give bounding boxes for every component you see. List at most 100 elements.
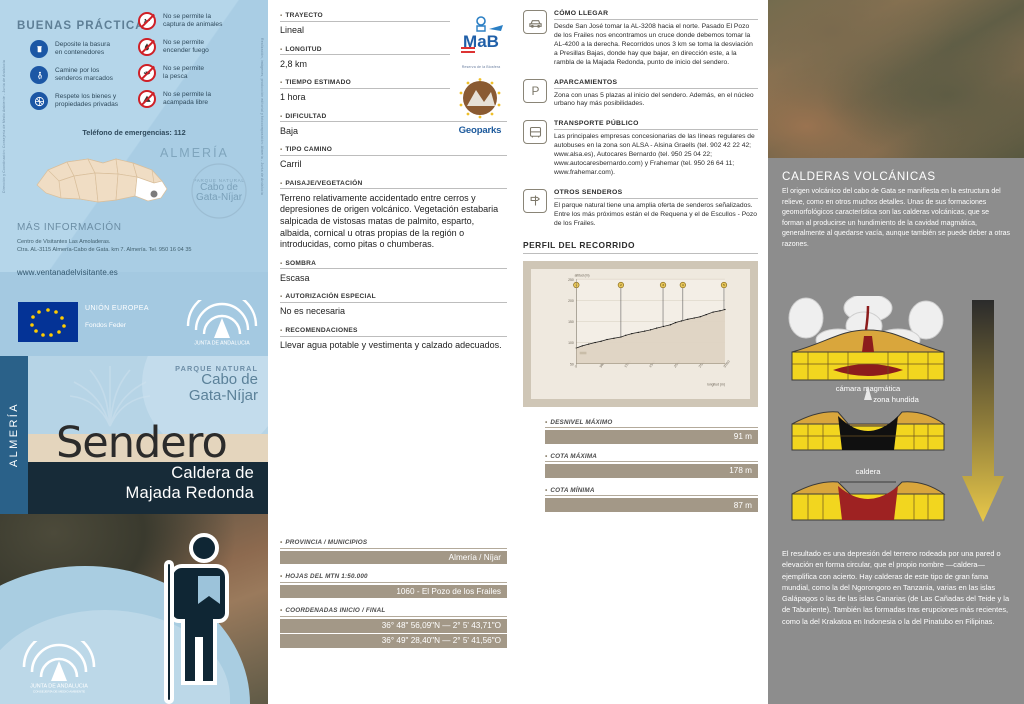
list-item: Camine por los senderos marcados <box>30 66 118 84</box>
no-camping-icon <box>138 90 156 108</box>
list-item-label: Deposite la basura en contenedores <box>55 40 110 56</box>
junta-andalucia-logo-bottom: JUNTA DE ANDALUCIA CONSEJERÍA DE MEDIO A… <box>22 641 96 693</box>
table-row: Almería / Níjar <box>280 550 507 565</box>
block-title: TRANSPORTE PÚBLICO <box>554 120 758 131</box>
list-item-label: No se permite la acampada libre <box>163 90 212 106</box>
field-label: LONGITUD <box>280 46 450 56</box>
downward-arrow-icon <box>962 300 1004 522</box>
svg-text:100: 100 <box>568 341 574 345</box>
more-info-body: Centro de Visitantes Las Amoladeras. Ctra… <box>17 239 192 253</box>
field-recomendaciones: RECOMENDACIONES Llevar agua potable y ve… <box>280 327 507 352</box>
svg-text:P: P <box>531 84 539 98</box>
field-value: Lineal <box>280 24 305 35</box>
volcanic-calderas-panel: CALDERAS VOLCÁNICAS El origen volcánico … <box>768 0 1024 704</box>
aerial-photo <box>768 0 1024 158</box>
trash-icon <box>30 40 48 58</box>
table-header: PROVINCIA / MUNICIPIOS <box>280 539 507 549</box>
park-badge: PARQUE NATURAL Cabo de Gata-Níjar <box>175 160 263 222</box>
field-label: SOMBRA <box>280 260 507 270</box>
svg-text:altitud (m): altitud (m) <box>575 273 590 277</box>
field-value: No es necesaria <box>280 306 346 317</box>
fence-icon <box>30 92 48 110</box>
list-item-label: No se permite la captura de animales <box>163 12 223 28</box>
eu-label-2: Fondos Feder <box>85 322 127 329</box>
stat-label: COTA MÍNIMA <box>545 487 758 497</box>
table-header: COORDENADAS INICIO / FINAL <box>280 607 507 617</box>
no-animal-capture-icon <box>138 12 156 30</box>
signpost-icon <box>523 188 547 213</box>
panel-paragraph-2: El resultado es una depresión del terren… <box>782 549 1010 626</box>
svg-text:CONSEJERÍA DE MEDIO AMBIENTE: CONSEJERÍA DE MEDIO AMBIENTE <box>33 689 85 693</box>
good-practices-title: BUENAS PRÁCTICAS <box>17 20 154 32</box>
stat-value: 87 m <box>545 498 758 513</box>
mab-biosphere-logo: MaB Reserva de la Biosfera <box>453 14 509 72</box>
field-label: TIEMPO ESTIMADO <box>280 79 450 89</box>
banner-side-text: ALMERÍA <box>8 402 20 468</box>
list-item-label: No se permite encender fuego <box>163 38 209 54</box>
credit-text-left: Dirección y Coordinación: Consejería de … <box>2 60 6 193</box>
banner-trail-line2: Majada Redonda <box>125 484 254 502</box>
profile-stats: DESNIVEL MÁXIMO 91 m COTA MÁXIMA 178 m C… <box>523 419 758 513</box>
block-title: CÓMO LLEGAR <box>554 10 758 20</box>
website-link[interactable]: www.ventanadelvisitante.es <box>17 268 118 277</box>
diagram-label-1: zona hundida <box>873 395 919 404</box>
svg-text:150: 150 <box>568 320 574 324</box>
caldera-formation-diagram: cámara magmática zona hundida caldera <box>788 296 946 521</box>
list-item-label: No se permite la pesca <box>163 64 205 80</box>
list-item: Deposite la basura en contenedores <box>30 40 118 58</box>
field-value: Escasa <box>280 272 310 283</box>
block-title: OTROS SENDEROS <box>554 189 758 199</box>
field-tiempo-estimado: TIEMPO ESTIMADO 1 hora <box>280 79 450 104</box>
geoparks-logo-label: Geoparks <box>458 125 502 136</box>
field-tipo-camino: TIPO CAMINO Carril <box>280 146 507 171</box>
park-badge-ring <box>191 163 247 219</box>
elevation-profile-chart: 50 100 150 200 250 0 500 1.000 1.500 2.000 2.500 3.… <box>523 260 758 407</box>
field-autorizacion-especial: AUTORIZACIÓN ESPECIAL No es necesaria <box>280 293 507 318</box>
profile-svg: 501001502002500 500 1.000 1.500 2.000 2.500 3.… <box>568 273 731 386</box>
chart-plot-area: 50 100 150 200 250 0 500 1.000 1.500 2.000 2.500 3.… <box>531 268 750 399</box>
list-item: No se permite la captura de animales <box>138 12 222 30</box>
eu-flag-icon <box>18 302 78 342</box>
stat-desnivel-maximo: DESNIVEL MÁXIMO 91 m <box>545 419 758 444</box>
mab-logo-subtitle: Reserva de la Biosfera <box>461 65 501 69</box>
parking-icon: P <box>523 78 547 103</box>
province-label: ALMERÍA <box>160 146 229 160</box>
block-body: OTROS SENDEROS El parque natural tiene u… <box>554 189 758 229</box>
table-header: HOJAS DEL MTN 1:50.000 <box>280 573 507 583</box>
list-item: No se permite la acampada libre <box>138 90 222 108</box>
diagram-stage-caldera <box>791 481 946 521</box>
stat-cota-maxima: COTA MÁXIMA 178 m <box>545 453 758 478</box>
geoparks-logo: Geoparks <box>451 78 509 136</box>
emergency-phone: Teléfono de emergencias: 112 <box>82 128 186 137</box>
brochure-page: Dirección y Coordinación: Consejería de … <box>0 0 1024 704</box>
trail-banner: ALMERÍA PARQUE NATURAL Cabo de Gata-Níjar… <box>0 356 268 514</box>
diagram-stage-collapse <box>791 386 946 451</box>
block-body: CÓMO LLEGAR Desde San José tomar la AL-3… <box>554 10 758 68</box>
list-item: No se permite encender fuego <box>138 38 222 56</box>
table-hojas-mtn: HOJAS DEL MTN 1:50.000 1060 - El Pozo de… <box>280 573 507 599</box>
field-value: Llevar agua potable y vestimenta y calza… <box>280 339 502 350</box>
block-transporte-publico: TRANSPORTE PÚBLICO Las principales empre… <box>523 120 758 178</box>
svg-text:longitud (m): longitud (m) <box>707 382 725 386</box>
panel-title: CALDERAS VOLCÁNICAS <box>782 170 936 183</box>
hiker-path-icon <box>30 66 48 84</box>
stat-cota-minima: COTA MÍNIMA 87 m <box>545 487 758 513</box>
block-como-llegar: CÓMO LLEGAR Desde San José tomar la AL-3… <box>523 10 758 68</box>
block-title: APARCAMIENTOS <box>554 79 758 89</box>
forbidden-practices-list: No se permite la captura de animales No s… <box>138 12 222 116</box>
field-value: 2,8 km <box>280 58 308 69</box>
block-text: Zona con unas 5 plazas al inicio del sen… <box>554 91 754 108</box>
diagram-label-2: caldera <box>856 467 882 476</box>
mab-logo-mark: MaB <box>461 16 503 53</box>
field-longitud: LONGITUD 2,8 km <box>280 46 450 71</box>
svg-text:250: 250 <box>568 277 574 281</box>
field-value: Carril <box>280 159 302 170</box>
access-column: CÓMO LLEGAR Desde San José tomar la AL-3… <box>515 0 768 704</box>
list-item: No se permite la pesca <box>138 64 222 82</box>
junta-andalucia-logo-top: JUNTA DE ANDALUCIA <box>186 300 258 347</box>
geoparks-logo-mark <box>459 78 501 119</box>
field-label: AUTORIZACIÓN ESPECIAL <box>280 293 507 304</box>
block-text: El parque natural tiene una amplia ofert… <box>554 201 757 227</box>
list-item: Respete los bienes y propiedades privadas <box>30 92 118 110</box>
table-row: 36° 49" 28,40"N — 2° 5' 41,56"O <box>280 634 507 648</box>
